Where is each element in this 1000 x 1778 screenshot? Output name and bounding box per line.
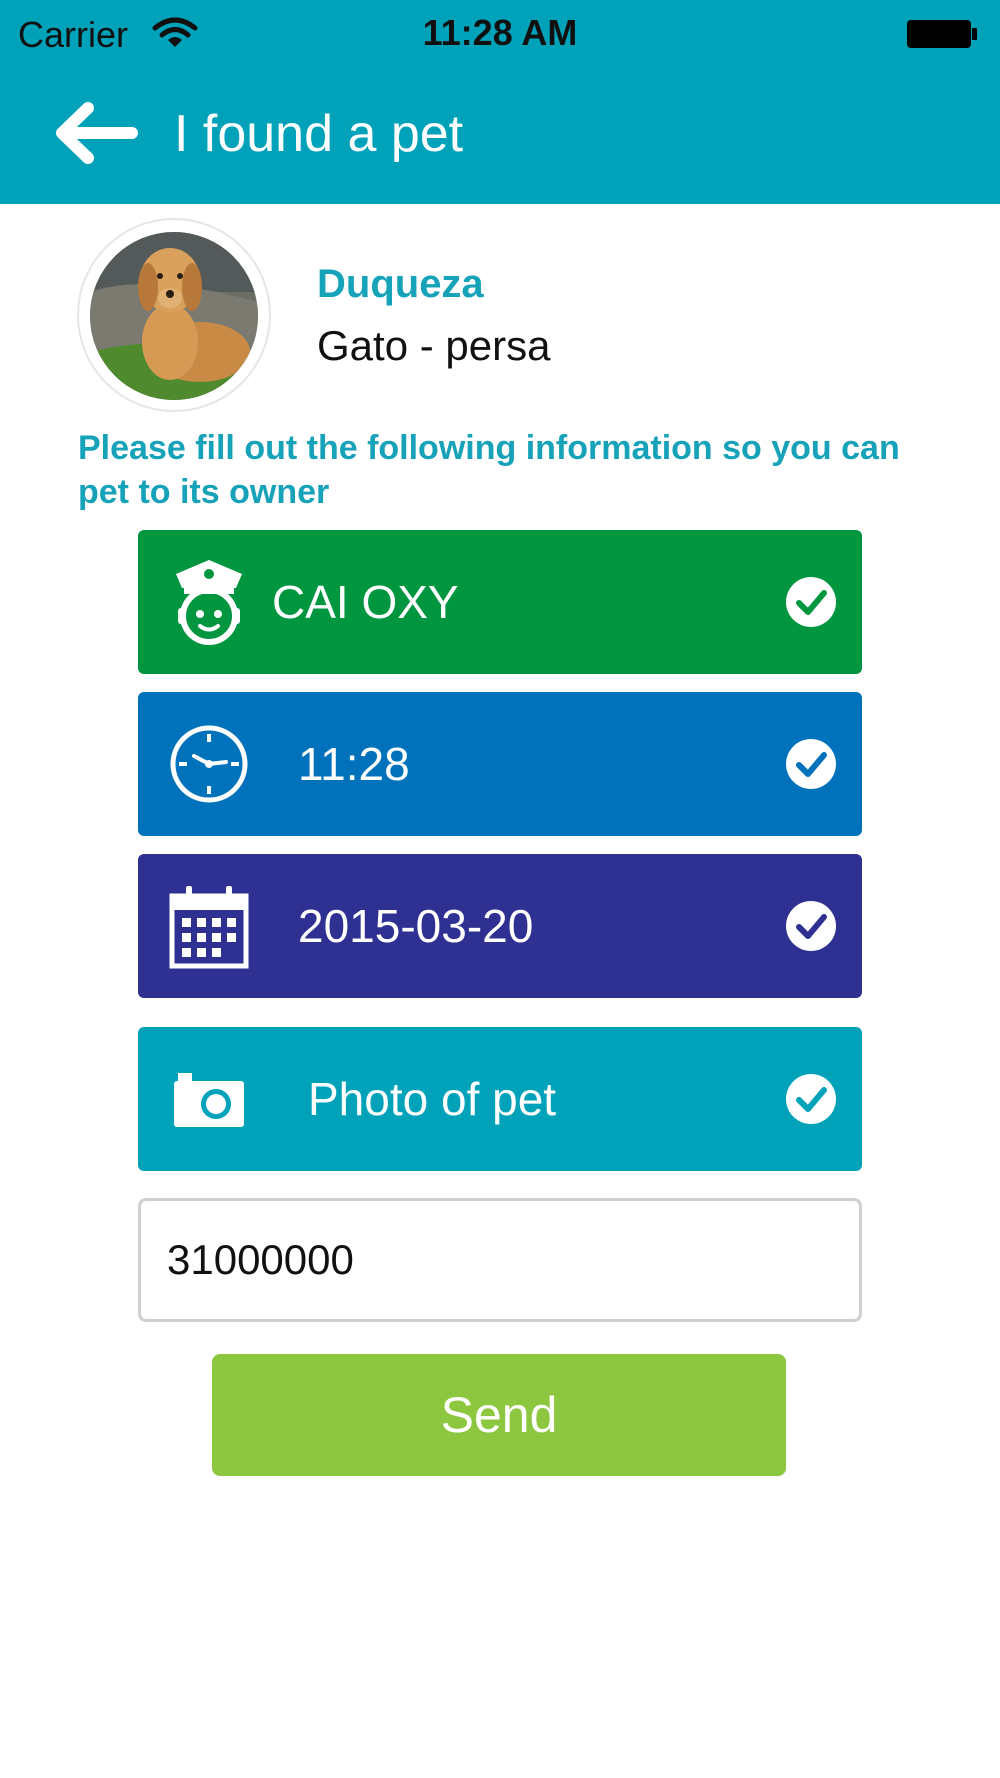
phone-input[interactable] bbox=[138, 1198, 862, 1322]
row-label: 2015-03-20 bbox=[298, 900, 534, 952]
send-button[interactable]: Send bbox=[212, 1354, 786, 1476]
row-police-station[interactable]: CAI OXY bbox=[138, 530, 862, 674]
check-icon bbox=[786, 739, 836, 789]
row-date[interactable]: 2015-03-20 bbox=[138, 854, 862, 998]
clock-icon bbox=[170, 725, 248, 803]
camera-icon bbox=[174, 1073, 244, 1127]
dog-photo bbox=[90, 232, 258, 400]
row-label: CAI OXY bbox=[272, 576, 459, 628]
back-button[interactable] bbox=[52, 100, 138, 166]
found-pet-screen: Carrier 11:28 AM I found a pet Duqueza G… bbox=[0, 0, 1000, 1778]
page-title: I found a pet bbox=[174, 105, 464, 163]
row-label: 11:28 bbox=[298, 738, 410, 790]
battery-icon bbox=[907, 20, 977, 48]
row-photo[interactable]: Photo of pet bbox=[138, 1027, 862, 1171]
instructions-text: Please fill out the following informatio… bbox=[78, 429, 900, 511]
check-icon bbox=[786, 1074, 836, 1124]
pet-avatar bbox=[90, 232, 258, 400]
top-bar: Carrier 11:28 AM I found a pet bbox=[0, 0, 1000, 204]
pet-name: Duqueza bbox=[317, 262, 484, 306]
pet-breed: Gato - persa bbox=[317, 322, 551, 369]
arrow-left-icon bbox=[56, 102, 138, 164]
status-time: 11:28 AM bbox=[422, 12, 578, 53]
calendar-icon bbox=[169, 886, 249, 969]
row-label: Photo of pet bbox=[308, 1073, 557, 1125]
row-time[interactable]: 11:28 bbox=[138, 692, 862, 836]
police-officer-icon bbox=[176, 560, 242, 645]
check-icon bbox=[786, 577, 836, 627]
check-icon bbox=[786, 901, 836, 951]
